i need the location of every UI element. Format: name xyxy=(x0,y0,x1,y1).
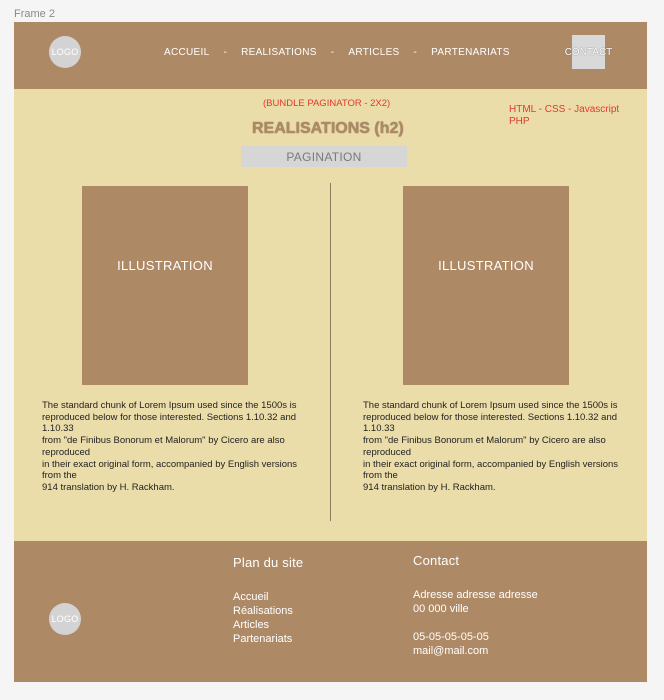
contact-heading: Contact xyxy=(413,553,460,568)
card-text-2: The standard chunk of Lorem Ipsum used s… xyxy=(363,400,619,493)
header-logo[interactable]: LOGO xyxy=(49,36,81,68)
sitemap-list: Accueil Réalisations Articles Partenaria… xyxy=(233,590,303,646)
paginator-annotation: (BUNDLE PAGINATOR - 2X2) xyxy=(263,98,391,109)
nav-item-partenariats[interactable]: PARTENARIATS xyxy=(431,47,510,58)
nav-separator: - xyxy=(413,46,418,58)
card-illustration-1: ILLUSTRATION xyxy=(82,186,248,385)
sitemap-link-partenariats[interactable]: Partenariats xyxy=(233,632,303,646)
address-line-1: Adresse adresse adresse xyxy=(413,589,538,601)
footer-contact: Contact Adresse adresse adresse 00 000 v… xyxy=(413,553,538,658)
tech-annotation: HTML - CSS - Javascript PHP xyxy=(509,104,639,128)
contact-details: 05-05-05-05-05 mail@mail.com xyxy=(413,630,538,658)
sitemap-link-accueil[interactable]: Accueil xyxy=(233,590,303,604)
contact-button[interactable]: CONTACT xyxy=(565,35,612,69)
card-illustration-2: ILLUSTRATION xyxy=(403,186,569,385)
card-text-1: The standard chunk of Lorem Ipsum used s… xyxy=(42,400,298,493)
pagination-control[interactable]: PAGINATION xyxy=(241,146,407,167)
tech-annotation-text: HTML - CSS - Javascript PHP xyxy=(509,104,620,127)
nav-separator: - xyxy=(223,46,228,58)
site-footer: LOGO Plan du site Accueil Réalisations A… xyxy=(14,541,647,682)
page-frame: LOGO ACCUEIL - REALISATIONS - ARTICLES -… xyxy=(14,22,647,682)
sitemap-link-articles[interactable]: Articles xyxy=(233,618,303,632)
site-header: LOGO ACCUEIL - REALISATIONS - ARTICLES -… xyxy=(14,22,647,89)
contact-email[interactable]: mail@mail.com xyxy=(413,644,538,658)
contact-phone[interactable]: 05-05-05-05-05 xyxy=(413,630,538,644)
sitemap-link-realisations[interactable]: Réalisations xyxy=(233,604,303,618)
nav-item-realisations[interactable]: REALISATIONS xyxy=(241,47,317,58)
nav-item-articles[interactable]: ARTICLES xyxy=(348,47,399,58)
footer-sitemap: Plan du site Accueil Réalisations Articl… xyxy=(233,555,303,646)
address-line-2: 00 000 ville xyxy=(413,603,469,615)
footer-logo[interactable]: LOGO xyxy=(49,603,81,635)
sitemap-heading: Plan du site xyxy=(233,555,304,570)
nav-separator: - xyxy=(330,46,335,58)
column-divider xyxy=(330,183,331,521)
nav-item-accueil[interactable]: ACCUEIL xyxy=(164,47,209,58)
section-title: REALISATIONS (h2) xyxy=(252,120,404,137)
frame-label: Frame 2 xyxy=(14,8,55,20)
main-nav: ACCUEIL - REALISATIONS - ARTICLES - PART… xyxy=(164,45,510,59)
contact-address: Adresse adresse adresse 00 000 ville xyxy=(413,588,538,616)
